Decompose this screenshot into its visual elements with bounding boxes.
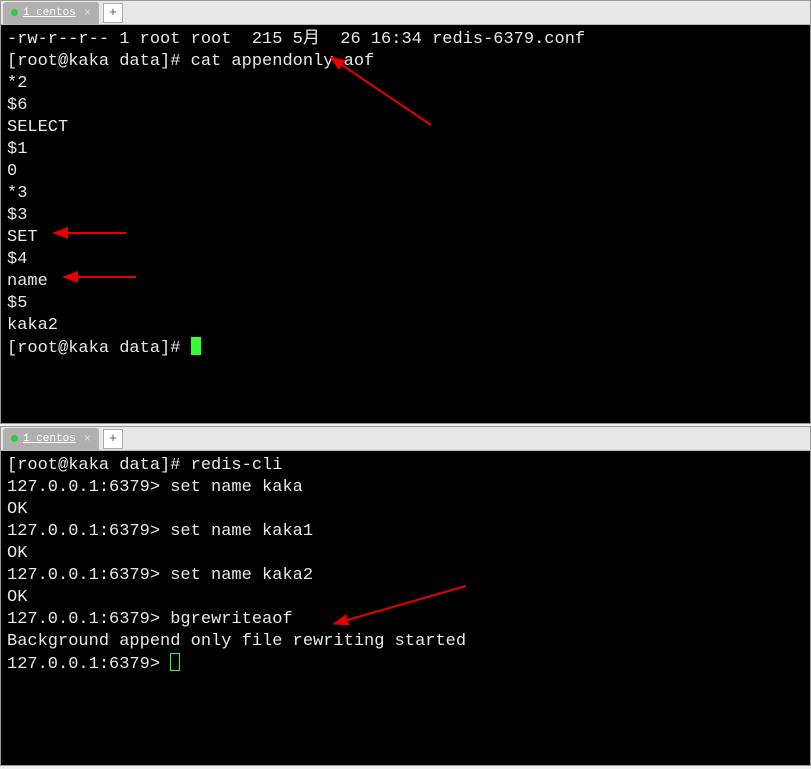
status-dot-icon <box>11 9 18 16</box>
terminal-line: $6 <box>7 95 804 117</box>
terminal-line: *2 <box>7 73 804 95</box>
tab-centos-2[interactable]: 1 centos × <box>3 428 99 450</box>
tab-label: 1 centos <box>23 433 76 445</box>
terminal-line: 0 <box>7 161 804 183</box>
terminal-line: 127.0.0.1:6379> bgrewriteaof <box>7 609 804 631</box>
terminal-line: $4 <box>7 249 804 271</box>
terminal-line: OK <box>7 587 804 609</box>
cursor-icon <box>191 337 201 355</box>
terminal-line: [root@kaka data]# cat appendonly.aof <box>7 51 804 73</box>
tab-centos-1[interactable]: 1 centos × <box>3 2 99 24</box>
terminal-prompt-line: 127.0.0.1:6379> <box>7 653 804 676</box>
terminal-prompt-line: [root@kaka data]# <box>7 337 804 360</box>
terminal-line: SET <box>7 227 804 249</box>
terminal-line: -rw-r--r-- 1 root root 215 5月 26 16:34 r… <box>7 29 804 51</box>
tab-label: 1 centos <box>23 7 76 19</box>
terminal-line: OK <box>7 499 804 521</box>
tab-bar: 1 centos × + <box>1 1 810 25</box>
prompt-text: 127.0.0.1:6379> <box>7 655 170 674</box>
close-icon[interactable]: × <box>84 432 91 446</box>
terminal-line: SELECT <box>7 117 804 139</box>
tab-bar: 1 centos × + <box>1 427 810 451</box>
add-tab-button[interactable]: + <box>103 429 123 449</box>
terminal-line: $1 <box>7 139 804 161</box>
add-tab-button[interactable]: + <box>103 3 123 23</box>
terminal-window-2: 1 centos × + [root@kaka data]# redis-cli… <box>0 426 811 766</box>
terminal-line: 127.0.0.1:6379> set name kaka1 <box>7 521 804 543</box>
cursor-icon <box>170 653 180 671</box>
terminal-line: $3 <box>7 205 804 227</box>
terminal-line: kaka2 <box>7 315 804 337</box>
terminal-line: OK <box>7 543 804 565</box>
terminal-line: $5 <box>7 293 804 315</box>
terminal-line: [root@kaka data]# redis-cli <box>7 455 804 477</box>
terminal-line: 127.0.0.1:6379> set name kaka <box>7 477 804 499</box>
status-dot-icon <box>11 435 18 442</box>
terminal-line: name <box>7 271 804 293</box>
terminal-line: 127.0.0.1:6379> set name kaka2 <box>7 565 804 587</box>
terminal-line: Background append only file rewriting st… <box>7 631 804 653</box>
terminal-body-1[interactable]: -rw-r--r-- 1 root root 215 5月 26 16:34 r… <box>1 25 810 423</box>
terminal-body-2[interactable]: [root@kaka data]# redis-cli 127.0.0.1:63… <box>1 451 810 765</box>
close-icon[interactable]: × <box>84 6 91 20</box>
terminal-line: *3 <box>7 183 804 205</box>
terminal-window-1: 1 centos × + -rw-r--r-- 1 root root 215 … <box>0 0 811 424</box>
prompt-text: [root@kaka data]# <box>7 339 191 358</box>
